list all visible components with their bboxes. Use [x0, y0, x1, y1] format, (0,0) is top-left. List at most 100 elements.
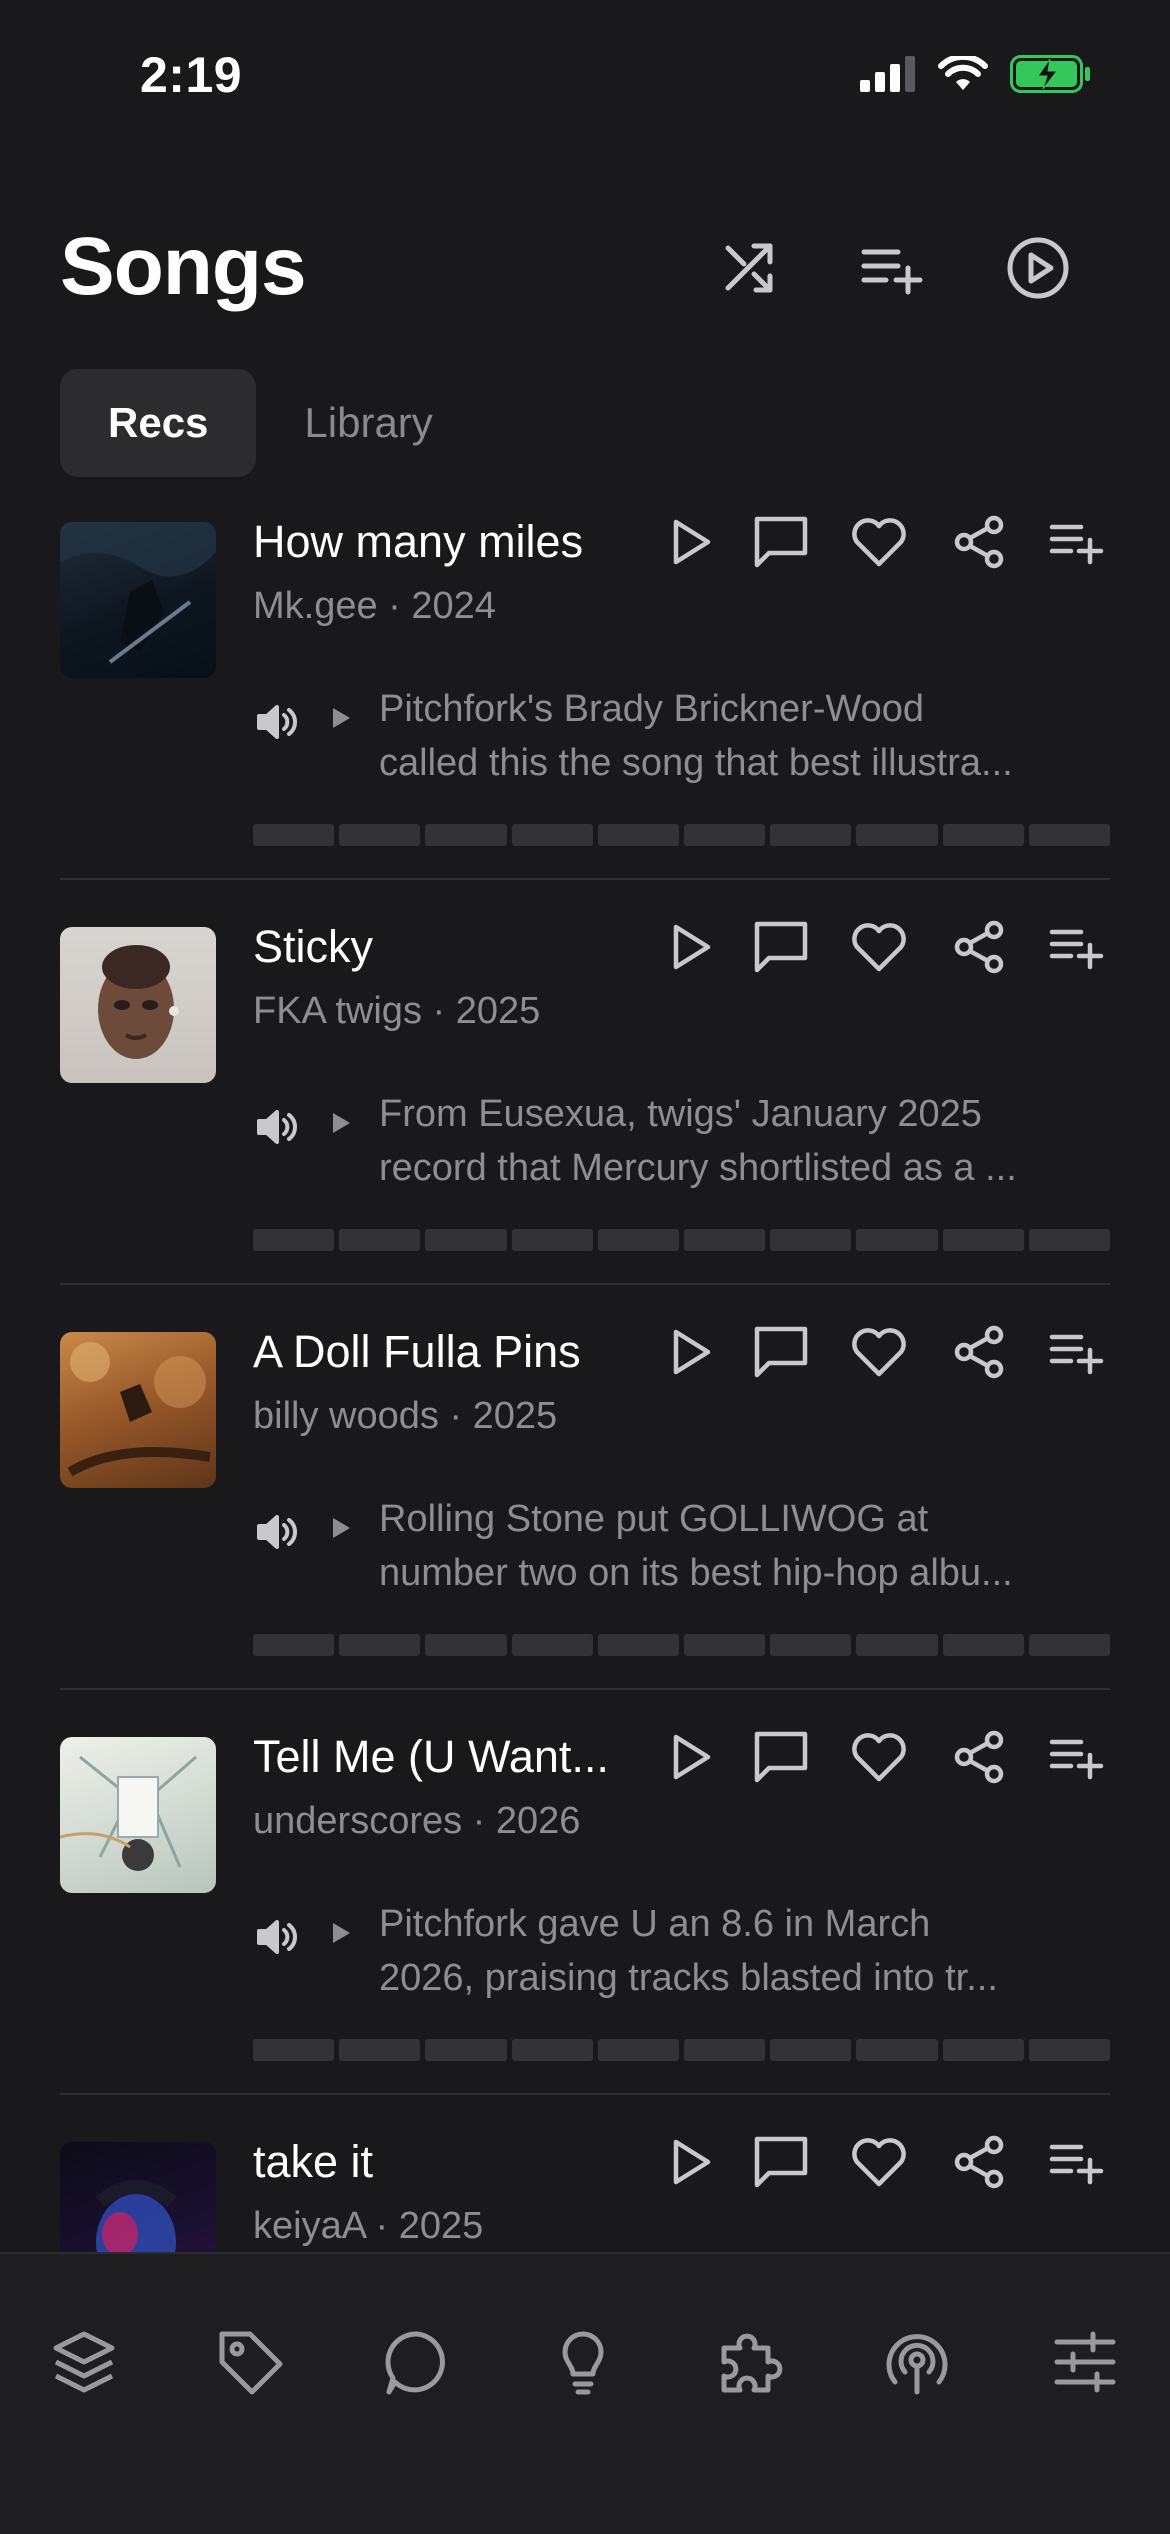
audio-preview-button[interactable]: [253, 1508, 301, 1556]
progress-bar[interactable]: [253, 1634, 1111, 1656]
comment-button[interactable]: [751, 919, 811, 979]
divider: [60, 1688, 1110, 1690]
add-to-playlist-icon: [1049, 1732, 1105, 1787]
like-button[interactable]: [849, 2134, 909, 2194]
share-icon: [952, 515, 1006, 574]
like-button[interactable]: [849, 919, 909, 979]
tab-plugins[interactable]: [710, 2324, 790, 2404]
song-row[interactable]: How many miles Mk.gee · 2024 Pitchfork's…: [0, 510, 1170, 915]
tab-settings[interactable]: [1045, 2324, 1125, 2404]
play-all-button[interactable]: [998, 230, 1078, 310]
tab-stack[interactable]: [44, 2324, 124, 2404]
tab-recs[interactable]: Recs: [60, 369, 257, 477]
comment-icon: [753, 1730, 809, 1789]
album-art[interactable]: [60, 522, 216, 678]
song-row[interactable]: Sticky FKA twigs · 2025 From Eusexua, tw…: [0, 915, 1170, 1320]
stack-icon: [48, 2326, 120, 2403]
share-icon: [952, 1325, 1006, 1384]
divider: [60, 2093, 1110, 2095]
song-blurb[interactable]: Pitchfork's Brady Brickner-Wood called t…: [379, 682, 1109, 790]
song-artist-year: billy woods · 2025: [253, 1395, 558, 1437]
comment-button[interactable]: [751, 1324, 811, 1384]
album-art[interactable]: [60, 1737, 216, 1893]
progress-bar[interactable]: [253, 1229, 1111, 1251]
share-icon: [952, 1730, 1006, 1789]
heart-icon: [850, 1731, 908, 1788]
speaker-icon: [253, 1920, 301, 1965]
blurb-line: 2026, praising tracks blasted into tr...: [379, 1957, 998, 1999]
song-row[interactable]: take it keiyaA · 2025: [0, 2130, 1170, 2252]
page-title: Songs: [60, 221, 307, 312]
heart-icon: [850, 516, 908, 573]
share-button[interactable]: [949, 1729, 1009, 1789]
comment-button[interactable]: [751, 514, 811, 574]
comment-button[interactable]: [751, 2134, 811, 2194]
share-button[interactable]: [949, 919, 1009, 979]
blurb-line: number two on its best hip-hop albu...: [379, 1552, 1013, 1594]
play-button[interactable]: [660, 514, 720, 574]
shuffle-icon: [720, 238, 780, 303]
tab-library[interactable]: Library: [256, 369, 480, 477]
song-artist-year: Mk.gee · 2024: [253, 585, 496, 627]
progress-bar[interactable]: [253, 824, 1111, 846]
tab-chat[interactable]: [377, 2324, 457, 2404]
add-to-queue-icon: [860, 238, 924, 303]
status-icons: [860, 53, 1092, 98]
add-to-playlist-button[interactable]: [1047, 2134, 1107, 2194]
expand-triangle-icon[interactable]: [333, 1518, 350, 1538]
expand-triangle-icon[interactable]: [333, 1113, 350, 1133]
song-title: A Doll Fulla Pins: [253, 1326, 581, 1377]
add-to-queue-button[interactable]: [852, 230, 932, 310]
segmented-tabs: Recs Library: [60, 369, 481, 477]
tab-broadcast[interactable]: [877, 2324, 957, 2404]
cellular-signal-icon: [860, 56, 916, 97]
like-button[interactable]: [849, 1729, 909, 1789]
song-artist-year: keiyaA · 2025: [253, 2205, 484, 2247]
song-actions: [645, 510, 1125, 580]
expand-triangle-icon[interactable]: [333, 708, 350, 728]
comment-button[interactable]: [751, 1729, 811, 1789]
play-icon: [664, 516, 716, 573]
song-row[interactable]: Tell Me (U Want... underscores · 2026 Pi…: [0, 1725, 1170, 2130]
song-actions: [645, 2130, 1125, 2200]
like-button[interactable]: [849, 514, 909, 574]
audio-preview-button[interactable]: [253, 1913, 301, 1961]
add-to-playlist-icon: [1049, 922, 1105, 977]
blurb-line: record that Mercury shortlisted as a ...: [379, 1147, 1017, 1189]
tab-ideas[interactable]: [543, 2324, 623, 2404]
add-to-playlist-button[interactable]: [1047, 1729, 1107, 1789]
song-blurb[interactable]: Pitchfork gave U an 8.6 in March 2026, p…: [379, 1897, 1109, 2005]
album-art[interactable]: [60, 1332, 216, 1488]
share-button[interactable]: [949, 1324, 1009, 1384]
progress-bar[interactable]: [253, 2039, 1111, 2061]
play-button[interactable]: [660, 919, 720, 979]
like-button[interactable]: [849, 1324, 909, 1384]
play-button[interactable]: [660, 1729, 720, 1789]
heart-icon: [850, 2136, 908, 2193]
song-row[interactable]: A Doll Fulla Pins billy woods · 2025 Rol…: [0, 1320, 1170, 1725]
comment-icon: [753, 920, 809, 979]
song-blurb[interactable]: From Eusexua, twigs' January 2025 record…: [379, 1087, 1109, 1195]
album-art[interactable]: [60, 927, 216, 1083]
play-button[interactable]: [660, 1324, 720, 1384]
play-button[interactable]: [660, 2134, 720, 2194]
song-actions: [645, 1320, 1125, 1390]
audio-preview-button[interactable]: [253, 1103, 301, 1151]
speaker-icon: [253, 705, 301, 750]
audio-preview-button[interactable]: [253, 698, 301, 746]
song-blurb[interactable]: Rolling Stone put GOLLIWOG at number two…: [379, 1492, 1109, 1600]
battery-charging-icon: [1010, 55, 1092, 98]
shuffle-button[interactable]: [710, 230, 790, 310]
add-to-playlist-button[interactable]: [1047, 514, 1107, 574]
share-button[interactable]: [949, 514, 1009, 574]
speaker-icon: [253, 1110, 301, 1155]
add-to-playlist-button[interactable]: [1047, 1324, 1107, 1384]
album-art[interactable]: [60, 2142, 216, 2252]
play-icon: [664, 1731, 716, 1788]
blurb-line: Rolling Stone put GOLLIWOG at: [379, 1498, 929, 1540]
add-to-playlist-button[interactable]: [1047, 919, 1107, 979]
tab-tags[interactable]: [210, 2324, 290, 2404]
expand-triangle-icon[interactable]: [333, 1923, 350, 1943]
song-title: Sticky: [253, 921, 374, 972]
share-button[interactable]: [949, 2134, 1009, 2194]
